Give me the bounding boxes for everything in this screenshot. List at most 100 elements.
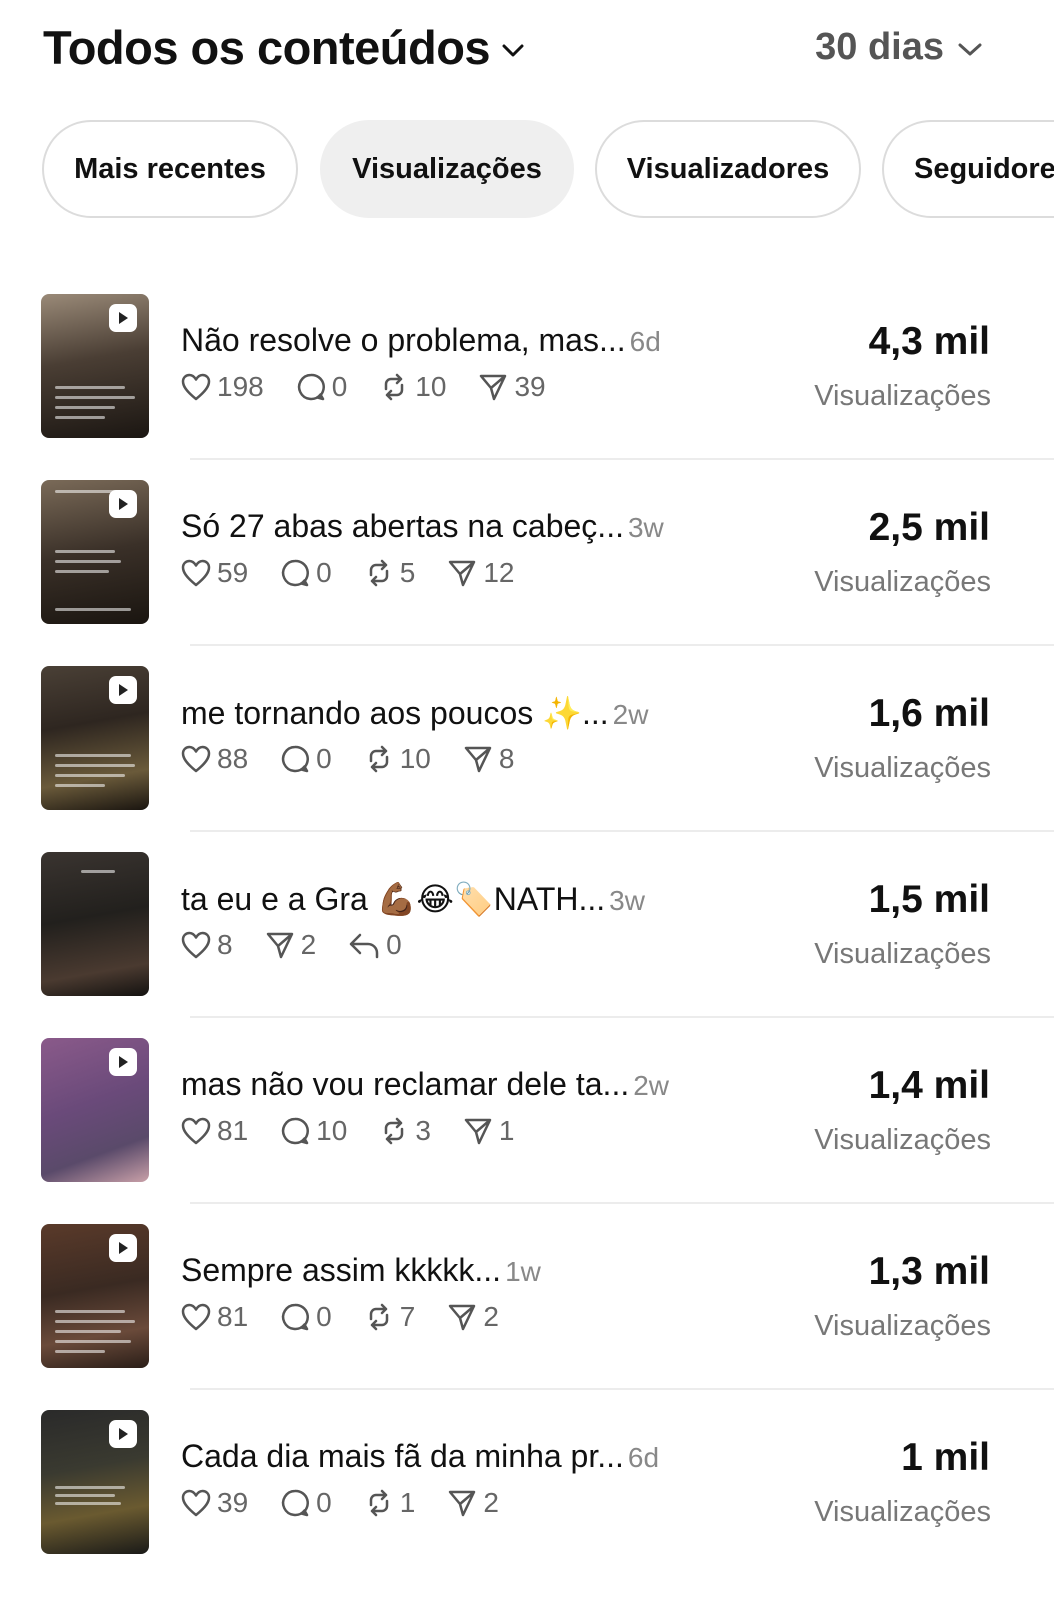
view-count-label: Visualizações — [814, 1310, 991, 1342]
repost-icon — [369, 1489, 388, 1517]
filter-chip-visualizadores[interactable]: Visualizadores — [595, 120, 861, 218]
post-age: 1w — [505, 1256, 541, 1287]
post-stats: 8 2 0 — [181, 929, 434, 961]
post-stats: 59 0 5 12 — [181, 557, 546, 589]
reposts-stat: 10 — [379, 371, 446, 403]
heart-icon — [181, 931, 211, 959]
shares-stat: 39 — [478, 371, 546, 403]
video-icon — [109, 1048, 137, 1076]
shares-stat: 12 — [447, 557, 514, 589]
likes-stat: 59 — [181, 557, 248, 589]
post-age: 3w — [627, 512, 664, 543]
post-age: 2w — [612, 699, 649, 730]
content-filter-dropdown[interactable]: Todos os conteúdos — [43, 20, 524, 75]
shares-stat: 2 — [447, 1301, 499, 1333]
repost-icon — [369, 1303, 388, 1331]
likes-stat: 81 — [181, 1115, 248, 1147]
list-item[interactable]: Só 27 abas abertas na cabeç... 3w 59 0 5 … — [0, 460, 1054, 646]
replies-stat: 0 — [280, 743, 332, 775]
shares-stat: 1 — [463, 1115, 514, 1147]
send-icon — [449, 1490, 476, 1517]
post-caption: Cada dia mais fã da minha pr... 6d — [181, 1438, 660, 1474]
reply-arrow-icon — [349, 933, 379, 959]
reposts-stat: 7 — [364, 1301, 415, 1333]
replies-stat: 0 — [280, 1487, 332, 1519]
post-caption: me tornando aos poucos ✨... 2w — [181, 695, 649, 731]
replies-stat: 0 — [296, 371, 347, 403]
comment-icon — [282, 1303, 310, 1331]
sort-filter-bar: Mais recentes Visualizações Visualizador… — [42, 120, 1054, 222]
post-caption: ta eu e a Gra 💪🏾😂🏷️NATH... 3w — [181, 881, 645, 917]
post-thumbnail — [41, 1410, 149, 1554]
likes-stat: 81 — [181, 1301, 248, 1333]
post-thumbnail — [41, 666, 149, 810]
post-thumbnail — [41, 1038, 149, 1182]
send-icon — [464, 1118, 492, 1145]
post-age: 6d — [627, 1442, 660, 1473]
post-caption: Não resolve o problema, mas... 6d — [181, 322, 661, 358]
view-count: 1,4 mil — [868, 1064, 990, 1107]
list-item[interactable]: Não resolve o problema, mas... 6d 198 0 1… — [0, 274, 1054, 460]
comment-icon — [282, 559, 310, 587]
shares-stat: 8 — [463, 743, 514, 775]
reposts-stat: 10 — [364, 743, 431, 775]
likes-stat: 88 — [181, 743, 248, 775]
send-icon — [480, 374, 507, 401]
send-icon — [449, 1304, 476, 1331]
post-thumbnail — [41, 480, 149, 624]
post-caption: Sempre assim kkkkk... 1w — [181, 1252, 541, 1288]
filter-chip-visualizacoes[interactable]: Visualizações — [320, 120, 574, 218]
heart-icon — [181, 1303, 211, 1331]
list-item[interactable]: mas não vou reclamar dele ta... 2w 81 10 … — [0, 1018, 1054, 1204]
likes-stat: 8 — [181, 929, 233, 961]
filter-chip-mais-recentes[interactable]: Mais recentes — [42, 120, 298, 218]
post-caption: mas não vou reclamar dele ta... 2w — [181, 1066, 670, 1102]
post-stats: 198 0 10 39 — [181, 371, 578, 403]
likes-stat: 198 — [181, 371, 264, 403]
list-item[interactable]: me tornando aos poucos ✨... 2w 88 0 10 8 … — [0, 646, 1054, 832]
list-item[interactable]: Cada dia mais fã da minha pr... 6d 39 0 1… — [0, 1390, 1054, 1576]
view-count: 1,6 mil — [868, 692, 990, 735]
post-age: 6d — [629, 326, 661, 357]
repost-icon — [369, 745, 388, 773]
reposts-stat: 3 — [379, 1115, 431, 1147]
comment-icon — [282, 745, 310, 773]
reposts-stat: 1 — [364, 1487, 415, 1519]
page-title: Todos os conteúdos — [43, 21, 491, 74]
view-count-label: Visualizações — [814, 938, 991, 970]
filter-chip-seguidores[interactable]: Seguidores — [882, 120, 1054, 218]
post-thumbnail — [41, 294, 149, 438]
video-icon — [109, 490, 137, 518]
shares-stat: 2 — [265, 929, 316, 961]
header: Todos os conteúdos 30 dias — [0, 0, 1054, 100]
list-item[interactable]: ta eu e a Gra 💪🏾😂🏷️NATH... 3w 8 2 0 1,5 m… — [0, 832, 1054, 1018]
likes-stat: 39 — [181, 1487, 248, 1519]
view-count: 1,5 mil — [868, 878, 990, 921]
heart-icon — [181, 373, 211, 401]
comment-icon — [282, 1489, 310, 1517]
view-count: 1,3 mil — [868, 1250, 990, 1293]
view-count-label: Visualizações — [814, 380, 991, 412]
comment-icon — [297, 373, 325, 401]
replies-stat: 0 — [280, 557, 332, 589]
post-thumbnail — [41, 1224, 149, 1368]
send-icon — [266, 932, 293, 959]
comment-icon — [282, 1117, 310, 1145]
video-icon — [109, 1234, 137, 1262]
chevron-down-icon — [958, 43, 982, 55]
date-range-dropdown[interactable]: 30 dias — [815, 26, 982, 69]
view-count-label: Visualizações — [814, 752, 991, 784]
post-stats: 39 0 1 2 — [181, 1487, 531, 1519]
list-item[interactable]: Sempre assim kkkkk... 1w 81 0 7 2 1,3 mil… — [0, 1204, 1054, 1390]
repost-icon — [369, 559, 388, 587]
post-stats: 81 0 7 2 — [181, 1301, 531, 1333]
view-count: 2,5 mil — [868, 506, 990, 549]
heart-icon — [181, 745, 211, 773]
content-list: Não resolve o problema, mas... 6d 198 0 1… — [0, 274, 1054, 1576]
send-icon — [464, 746, 492, 773]
post-stats: 81 10 3 1 — [181, 1115, 546, 1147]
view-count-label: Visualizações — [814, 566, 991, 598]
post-stats: 88 0 10 8 — [181, 743, 546, 775]
video-icon — [109, 304, 137, 332]
post-age: 2w — [633, 1070, 670, 1101]
